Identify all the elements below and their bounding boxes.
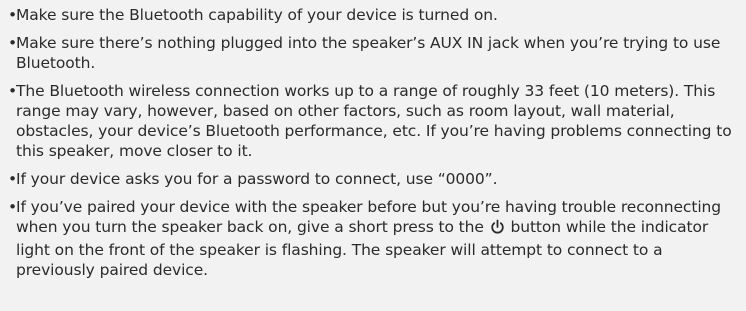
bluetooth-tips-list: • Make sure the Bluetooth capability of … (8, 5, 736, 280)
bullet-mark: • (8, 82, 18, 100)
bullet-text: Make sure the Bluetooth capability of yo… (16, 6, 498, 24)
list-item: • Make sure there’s nothing plugged into… (8, 33, 736, 73)
list-item: • If you’ve paired your device with the … (8, 197, 736, 280)
bullet-mark: • (8, 170, 18, 188)
list-item: • If your device asks you for a password… (8, 169, 736, 189)
bullet-text: The Bluetooth wireless connection works … (16, 82, 732, 160)
bullet-mark: • (8, 198, 18, 216)
power-icon (490, 219, 505, 240)
bullet-mark: • (8, 6, 18, 24)
bullet-text: Make sure there’s nothing plugged into t… (16, 34, 721, 72)
bullet-mark: • (8, 34, 18, 52)
bullet-text: If your device asks you for a password t… (16, 170, 498, 188)
list-item: • The Bluetooth wireless connection work… (8, 81, 736, 161)
troubleshooting-document: • Make sure the Bluetooth capability of … (0, 0, 746, 311)
list-item: • Make sure the Bluetooth capability of … (8, 5, 736, 25)
